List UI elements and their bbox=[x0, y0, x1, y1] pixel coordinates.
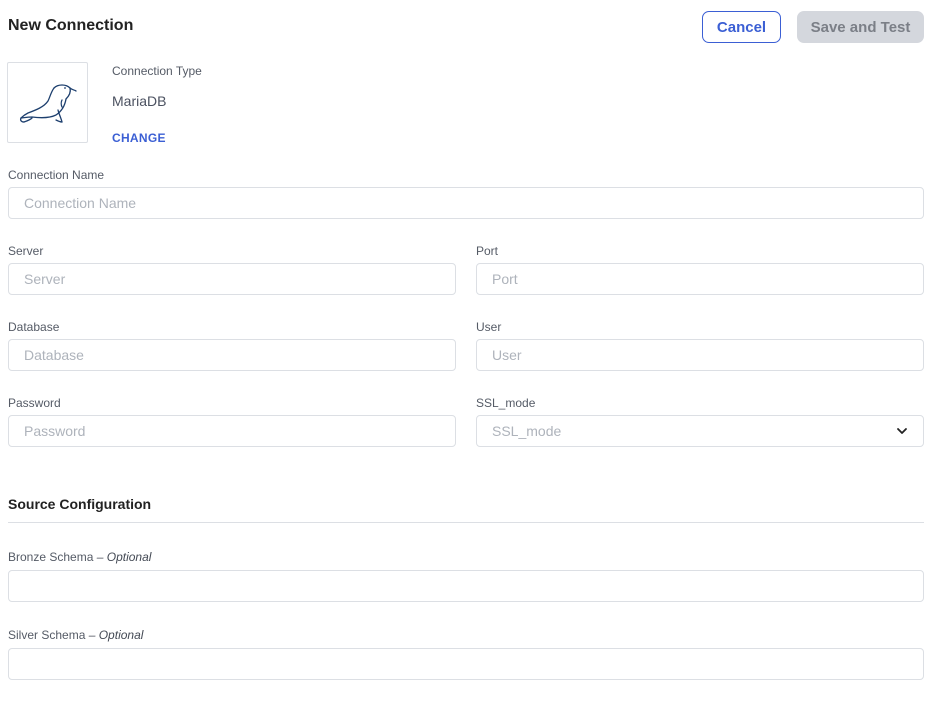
bronze-schema-label-text: Bronze Schema bbox=[8, 550, 94, 564]
connection-name-input[interactable] bbox=[8, 187, 924, 219]
connection-type-label: Connection Type bbox=[112, 64, 202, 78]
connection-type-logo bbox=[7, 62, 88, 143]
chevron-down-icon bbox=[896, 427, 908, 435]
database-input[interactable] bbox=[8, 339, 456, 371]
change-connection-type-link[interactable]: CHANGE bbox=[112, 131, 166, 145]
source-configuration-title: Source Configuration bbox=[8, 496, 152, 512]
user-input[interactable] bbox=[476, 339, 924, 371]
silver-schema-optional-text: – Optional bbox=[88, 628, 144, 642]
ssl-mode-select[interactable]: SSL_mode bbox=[476, 415, 924, 447]
page-title: New Connection bbox=[8, 17, 134, 34]
port-label: Port bbox=[476, 244, 499, 258]
ssl-mode-placeholder: SSL_mode bbox=[492, 423, 562, 439]
password-label: Password bbox=[8, 396, 61, 410]
save-and-test-button[interactable]: Save and Test bbox=[797, 11, 924, 43]
mariadb-seal-icon bbox=[19, 83, 77, 123]
password-input[interactable] bbox=[8, 415, 456, 447]
ssl-mode-label: SSL_mode bbox=[476, 396, 536, 410]
silver-schema-label-text: Silver Schema bbox=[8, 628, 86, 642]
connection-type-value: MariaDB bbox=[112, 93, 167, 109]
database-label: Database bbox=[8, 320, 60, 334]
bronze-schema-input[interactable] bbox=[8, 570, 924, 602]
section-divider bbox=[8, 522, 924, 523]
cancel-button[interactable]: Cancel bbox=[702, 11, 781, 43]
connection-name-label: Connection Name bbox=[8, 168, 105, 182]
server-label: Server bbox=[8, 244, 44, 258]
bronze-schema-optional-text: – Optional bbox=[96, 550, 152, 564]
silver-schema-input[interactable] bbox=[8, 648, 924, 680]
server-input[interactable] bbox=[8, 263, 456, 295]
port-input[interactable] bbox=[476, 263, 924, 295]
bronze-schema-label: Bronze Schema – Optional bbox=[8, 550, 151, 564]
silver-schema-label: Silver Schema – Optional bbox=[8, 628, 143, 642]
user-label: User bbox=[476, 320, 502, 334]
